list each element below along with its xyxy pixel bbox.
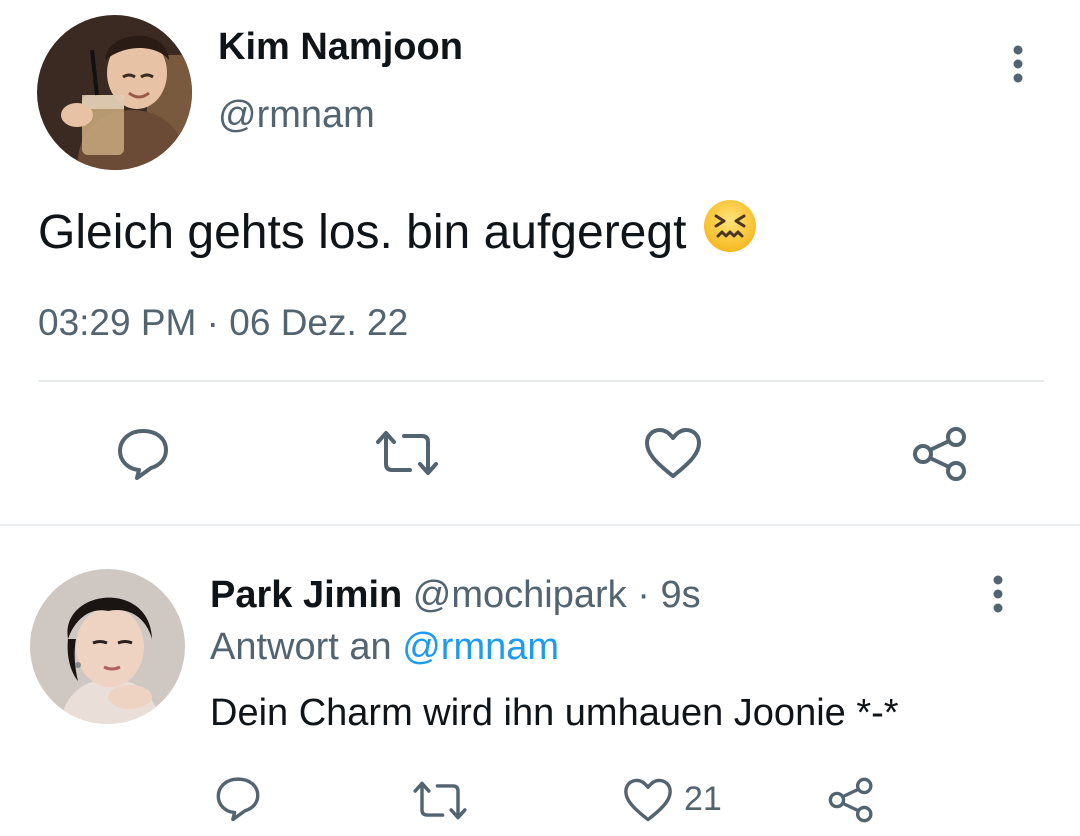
replying-to-label: Antwort an [210,626,392,668]
tweet-date: 06 Dez. 22 [229,302,409,343]
replying-to: Antwort an @rmnam [210,626,559,669]
reply-header: Park Jimin @mochipark · 9s [210,574,701,617]
more-options-icon[interactable] [1009,45,1027,85]
tweet-time: 03:29 PM [38,302,197,343]
reply-author-handle[interactable]: @mochipark [413,574,627,616]
tweet-text: Gleich gehts los. bin aufgeregt [38,205,687,259]
reply-share-icon[interactable] [826,776,876,824]
tweet-timestamp[interactable]: 03:29 PM · 06 Dez. 22 [38,302,408,344]
confounded-face-icon [702,198,758,266]
reply-icon[interactable] [115,425,171,481]
reply-like-icon[interactable] [622,777,674,823]
reply-more-options-icon[interactable] [989,575,1007,615]
author-avatar[interactable] [37,15,192,170]
like-icon[interactable] [643,426,703,480]
divider [38,380,1044,382]
reply-retweet-icon[interactable] [410,779,470,822]
share-icon[interactable] [910,425,970,483]
reply-author-name[interactable]: Park Jimin [210,574,402,616]
retweet-icon[interactable] [372,428,442,478]
reply-age: 9s [660,574,701,616]
section-separator [0,524,1080,526]
reply-separator: · [637,574,650,616]
timestamp-separator: · [206,302,219,343]
reply-text: Dein Charm wird ihn umhauen Joonie *-* [210,692,899,734]
author-handle[interactable]: @rmnam [218,94,375,137]
reply-reply-icon[interactable] [214,774,262,822]
replying-to-mention[interactable]: @rmnam [402,626,559,668]
author-name[interactable]: Kim Namjoon [218,26,463,69]
reply-author-avatar[interactable] [30,569,185,724]
tweet-text-row: Gleich gehts los. bin aufgeregt [38,198,758,266]
reply-like-count: 21 [684,780,722,818]
